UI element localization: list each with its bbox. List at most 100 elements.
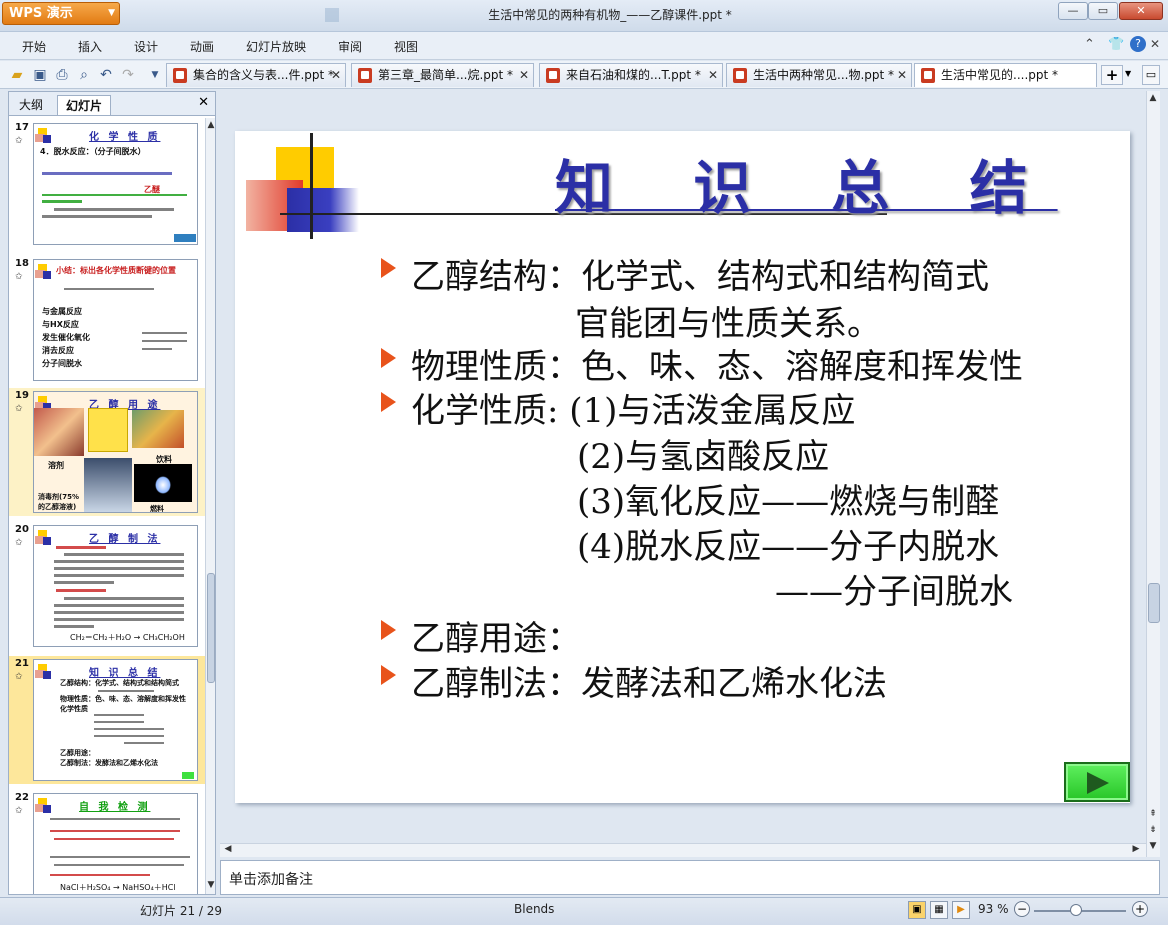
menu-slideshow[interactable]: 幻灯片放映 [246, 38, 306, 55]
transition-star-icon: ✩ [15, 538, 23, 548]
menu-review[interactable]: 审阅 [338, 38, 362, 55]
menu-view[interactable]: 视图 [394, 38, 418, 55]
tab-list-chevron-icon[interactable]: ▼ [1125, 69, 1131, 78]
doc-tab-1[interactable]: 集合的含义与表...件.ppt * ✕ [166, 63, 346, 87]
notes-placeholder[interactable]: 单击添加备注 [229, 869, 313, 889]
text-line[interactable]: (3)氧化反应——燃烧与制醛 [577, 474, 999, 523]
menu-animation[interactable]: 动画 [190, 38, 214, 55]
doc-tab-2[interactable]: 第三章_最简单...烷.ppt * ✕ [351, 63, 534, 87]
thumb-text: 乙醇用途： [60, 749, 95, 757]
slide-vertical-scrollbar[interactable]: ▲ ⇞ ⇟ ▼ [1146, 91, 1160, 857]
slide-thumbnail[interactable]: 自 我 检 测 NaCl＋H₂SO₄ → NaHSO₄＋HCl [33, 793, 198, 894]
ppt-file-icon [733, 68, 747, 83]
minimize-button[interactable]: — [1058, 2, 1088, 20]
slide-thumbnail[interactable]: 化 学 性 质 4．脱水反应：（分子间脱水） 乙醚 [33, 123, 198, 245]
doc-tab-3[interactable]: 来自石油和煤的...T.ppt * ✕ [539, 63, 723, 87]
zoom-in-icon[interactable]: + [1132, 901, 1148, 917]
slide-counter: 幻灯片 21 / 29 [140, 904, 223, 918]
panel-scrollbar[interactable]: ▲ ▼ [205, 118, 215, 894]
close-tab-icon[interactable]: ✕ [708, 64, 718, 86]
thumbnail-row-19[interactable]: 19 ✩ 乙 醇 用 途 溶剂 饮料 消毒剂(75%的乙醇溶液) 燃料 [9, 388, 205, 516]
slideshow-view-icon[interactable]: ▶ [952, 901, 970, 919]
close-tab-icon[interactable]: ✕ [519, 64, 529, 86]
thumb-text: 发生催化氧化 [42, 333, 90, 342]
bullet-arrow-icon [381, 665, 396, 685]
ppt-file-icon [921, 68, 935, 83]
transition-star-icon: ✩ [15, 672, 23, 682]
save-icon[interactable]: ▣ [31, 66, 49, 84]
slide-title[interactable]: 知 识 总 结 [555, 141, 1058, 225]
customize-toolbar-icon[interactable]: ▼ [146, 66, 164, 84]
scroll-down-icon[interactable]: ▼ [205, 880, 217, 890]
menu-design[interactable]: 设计 [134, 38, 158, 55]
scroll-left-icon[interactable]: ◀ [222, 844, 234, 854]
thumbnail-row-20[interactable]: 20 ✩ 乙 醇 制 法 CH₂＝CH₂＋H₂O → CH₃CH₂OH [9, 522, 205, 650]
help-icon[interactable]: ? [1130, 36, 1146, 52]
slide-thumbnail[interactable]: 小结：标出各化学性质断键的位置 与金属反应 与HX反应 发生催化氧化 消去反应 … [33, 259, 198, 381]
tab-slides[interactable]: 幻灯片 [57, 95, 112, 115]
redo-icon[interactable]: ↷ [119, 66, 137, 84]
menu-insert[interactable]: 插入 [78, 38, 102, 55]
slide-horizontal-scrollbar[interactable]: ◀ ▶ [220, 843, 1146, 857]
skin-icon[interactable]: 👕 [1108, 37, 1124, 52]
thumbnail-row-21[interactable]: 21 ✩ 知 识 总 结 乙醇结构：化学式、结构式和结构简式 物理性质：色、味、… [9, 656, 205, 784]
slide-canvas[interactable]: 知 识 总 结 乙醇结构：化学式、结构式和结构简式 官能团与性质关系。 物理性质… [235, 131, 1130, 803]
bullet-line[interactable]: 化学性质: (1)与活泼金属反应 [381, 383, 855, 432]
notes-pane[interactable]: 单击添加备注 [220, 860, 1160, 895]
print-icon[interactable]: ⎙ [53, 66, 71, 84]
thumb-title: 自 我 检 测 [79, 802, 151, 813]
close-tab-icon[interactable]: ✕ [331, 64, 341, 86]
scroll-up-icon[interactable]: ▲ [205, 120, 217, 130]
bullet-line[interactable]: 乙醇用途： [381, 611, 581, 660]
ppt-file-icon [173, 68, 187, 83]
slide-thumbnail[interactable]: 乙 醇 制 法 CH₂＝CH₂＋H₂O → CH₃CH₂OH [33, 525, 198, 647]
slide-thumbnail[interactable]: 乙 醇 用 途 溶剂 饮料 消毒剂(75%的乙醇溶液) 燃料 [33, 391, 198, 513]
tab-layout-icon[interactable]: ▭ [1142, 65, 1160, 85]
open-icon[interactable]: ▰ [8, 66, 26, 84]
thumbnail-row-17[interactable]: 17 ✩ 化 学 性 质 4．脱水反应：（分子间脱水） 乙醚 [9, 120, 205, 248]
scroll-thumb[interactable] [1148, 583, 1160, 623]
text-line[interactable]: ——分子间脱水 [775, 564, 1013, 613]
window-close-doc-icon[interactable]: ✕ [1150, 37, 1160, 51]
thumbnail-row-22[interactable]: 22 ✩ 自 我 检 测 NaCl＋H₂SO₄ → NaHSO₄＋HCl [9, 790, 205, 894]
bullet-line[interactable]: 乙醇结构：化学式、结构式和结构简式 [381, 249, 989, 298]
close-panel-icon[interactable]: ✕ [198, 95, 209, 110]
print-preview-icon[interactable]: ⌕ [75, 66, 93, 84]
scroll-thumb[interactable] [207, 573, 215, 683]
text-line[interactable]: (4)脱水反应——分子内脱水 [577, 519, 999, 568]
next-slide-icon[interactable]: ⇟ [1147, 825, 1159, 835]
close-tab-icon[interactable]: ✕ [897, 64, 907, 86]
menu-home[interactable]: 开始 [22, 38, 46, 55]
decor-vertical-line [310, 133, 313, 239]
thumb-title: 知 识 总 结 [89, 668, 161, 679]
bullet-arrow-icon [381, 348, 396, 368]
undo-icon[interactable]: ↶ [97, 66, 115, 84]
scroll-down-icon[interactable]: ▼ [1147, 841, 1159, 851]
bullet-line[interactable]: 物理性质：色、味、态、溶解度和挥发性 [381, 339, 1023, 388]
zoom-out-icon[interactable]: − [1014, 901, 1030, 917]
transition-star-icon: ✩ [15, 272, 23, 282]
slide-thumbnail[interactable]: 知 识 总 结 乙醇结构：化学式、结构式和结构简式 物理性质：色、味、态、溶解度… [33, 659, 198, 781]
slide-sorter-view-icon[interactable]: ▦ [930, 901, 948, 919]
transition-star-icon: ✩ [15, 806, 23, 816]
text-line[interactable]: 官能团与性质关系。 [575, 296, 881, 345]
collapse-icon[interactable]: ⌃ [1084, 37, 1095, 52]
app-menu-button[interactable]: WPS 演示 ▼ [2, 2, 120, 25]
decor-square-blue [287, 188, 359, 232]
close-button[interactable]: ✕ [1119, 2, 1163, 20]
thumbnail-row-18[interactable]: 18 ✩ 小结：标出各化学性质断键的位置 与金属反应 与HX反应 发生催化氧化 … [9, 256, 205, 384]
zoom-slider-handle[interactable] [1070, 904, 1082, 916]
maximize-button[interactable]: ▭ [1088, 2, 1118, 20]
scroll-up-icon[interactable]: ▲ [1147, 93, 1159, 103]
doc-tab-4[interactable]: 生活中两种常见...物.ppt * ✕ [726, 63, 912, 87]
text-line[interactable]: (2)与氢卤酸反应 [577, 429, 829, 478]
scroll-right-icon[interactable]: ▶ [1130, 844, 1142, 854]
new-tab-button[interactable]: + [1101, 65, 1123, 85]
previous-slide-icon[interactable]: ⇞ [1147, 809, 1159, 819]
next-slide-action-button[interactable] [1064, 762, 1130, 802]
tab-outline[interactable]: 大纲 [11, 95, 51, 115]
doc-tab-5[interactable]: 生活中常见的....ppt * [914, 63, 1097, 87]
bullet-line[interactable]: 乙醇制法：发酵法和乙烯水化法 [381, 656, 887, 705]
thumb-text: CH₂＝CH₂＋H₂O → CH₃CH₂OH [70, 633, 185, 642]
normal-view-icon[interactable]: ▣ [908, 901, 926, 919]
